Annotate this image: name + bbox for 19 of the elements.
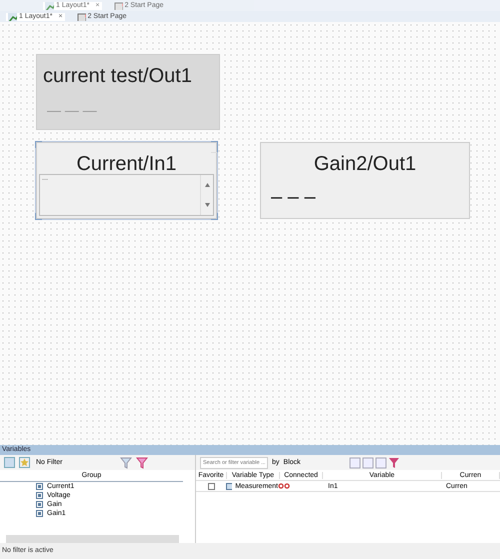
up-arrow-icon[interactable] [204,183,210,187]
down-arrow-icon[interactable] [204,203,210,207]
page-icon [76,12,86,20]
filter-icon[interactable] [120,456,150,468]
widget-title: Gain2/Out1 [312,152,418,176]
favorite-checkbox[interactable] [208,482,214,490]
toolbar-icons[interactable] [349,456,402,468]
scrollbar[interactable] [6,535,179,543]
widget-title: current test/Out1 [42,64,193,88]
widget-title: Current/In1 [75,152,178,176]
star-icon[interactable] [19,457,30,468]
chart-icon [8,12,17,20]
display-widget[interactable]: current test/Out1 — — — [36,54,220,130]
page-icon [114,2,123,10]
widget-value: — — — [46,101,98,118]
widget-value: – – – [270,185,316,209]
measurement-icon [226,482,232,490]
chart-icon [45,2,54,10]
display-widget[interactable]: Gain2/Out1 – – – [260,142,470,219]
